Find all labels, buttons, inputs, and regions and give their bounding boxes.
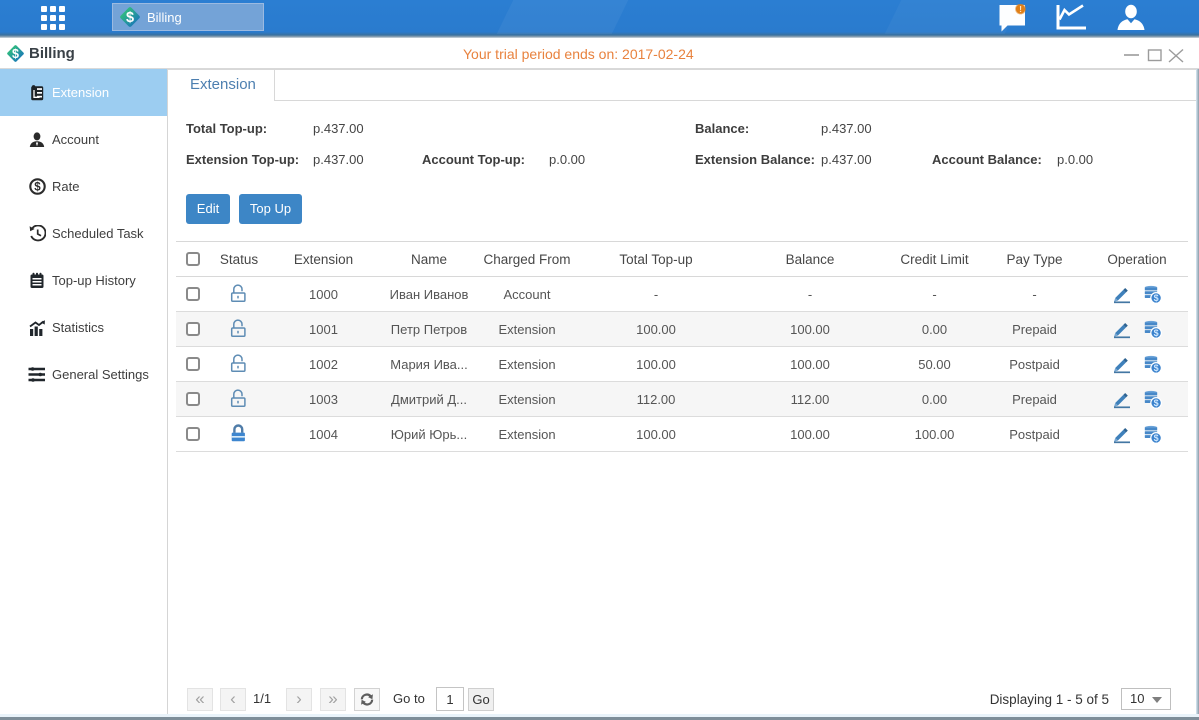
svg-text:$: $ bbox=[1154, 293, 1159, 303]
svg-text:$: $ bbox=[1154, 363, 1159, 373]
svg-text:!: ! bbox=[1019, 4, 1022, 14]
svg-text:$: $ bbox=[1154, 328, 1159, 338]
svg-text:$: $ bbox=[34, 182, 41, 194]
svg-text:$: $ bbox=[12, 47, 19, 61]
svg-text:$: $ bbox=[126, 10, 134, 26]
svg-text:$: $ bbox=[1154, 433, 1159, 443]
svg-text:$: $ bbox=[1154, 398, 1159, 408]
